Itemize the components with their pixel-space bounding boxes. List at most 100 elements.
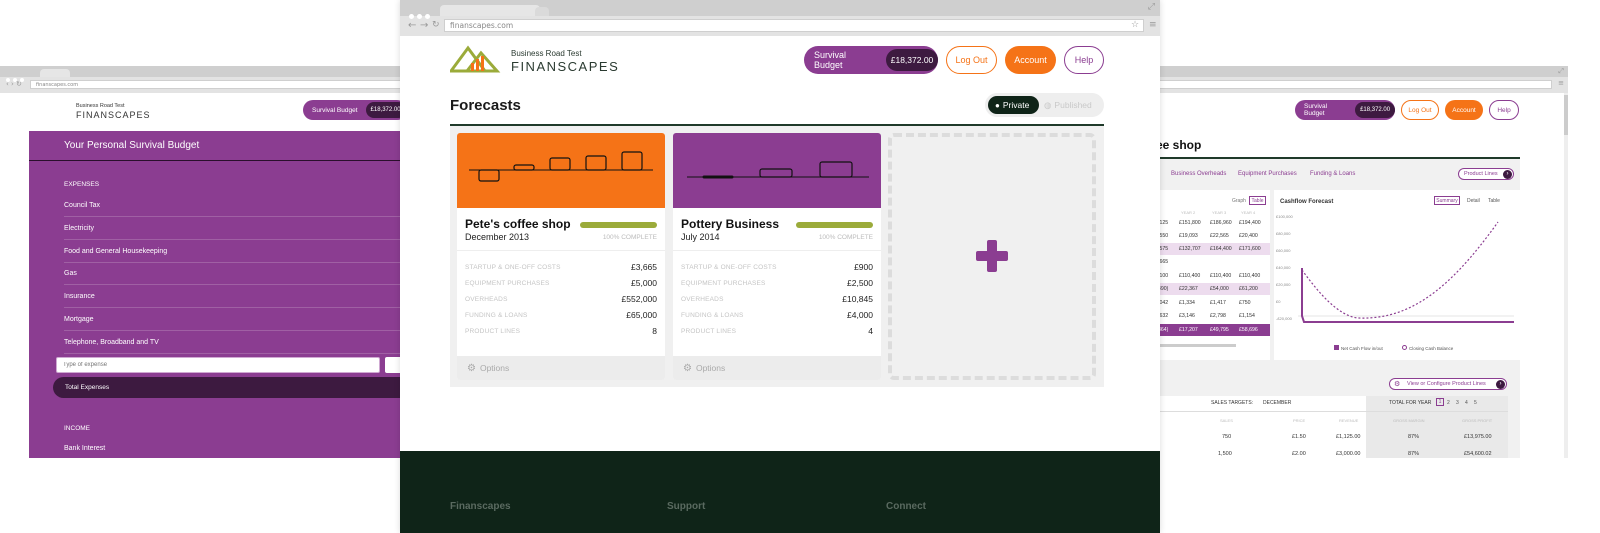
scrollbar[interactable] xyxy=(1564,93,1568,458)
stat-value: £900 xyxy=(854,262,873,272)
fullscreen-icon[interactable]: ⤢ xyxy=(1148,2,1155,12)
sales-cell: £1,125.00 xyxy=(1336,434,1361,440)
tab-equipment[interactable]: Equipment Purchases xyxy=(1238,171,1297,177)
completion-label: 100% COMPLETE xyxy=(818,234,873,241)
card-banner xyxy=(673,133,881,208)
year-page-1[interactable]: 1 xyxy=(1436,398,1444,406)
year-page-5[interactable]: 5 xyxy=(1474,400,1477,406)
y-tick: £40,000 xyxy=(1276,265,1291,270)
expense-row[interactable]: Gas xyxy=(64,263,404,285)
expense-type-input[interactable] xyxy=(56,357,380,373)
menu-icon[interactable]: ≡ xyxy=(1558,79,1564,87)
help-button[interactable]: Help xyxy=(1489,100,1519,120)
expense-row[interactable]: Insurance xyxy=(64,286,404,308)
year-page-2[interactable]: 2 xyxy=(1447,400,1450,406)
table-cell: £132,707 xyxy=(1179,246,1201,252)
mini-chart-icon xyxy=(469,151,653,182)
table-cell: £164,400 xyxy=(1210,246,1232,252)
gear-icon: ⚙ xyxy=(467,362,476,374)
expense-row[interactable]: Mortgage xyxy=(64,309,404,331)
forecast-card[interactable]: Pete's coffee shop December 2013 100% CO… xyxy=(457,133,665,380)
tab-funding[interactable]: Funding & Loans xyxy=(1310,171,1355,177)
table-cell: £1,334 xyxy=(1179,300,1195,306)
table-cell: £1,417 xyxy=(1210,300,1226,306)
summary-toggle[interactable]: Summary xyxy=(1434,196,1460,205)
card-stat: PRODUCT LINES 8 xyxy=(465,325,657,337)
card-options-button[interactable]: ⚙ Options xyxy=(673,356,881,380)
sales-header: REVENUE xyxy=(1339,418,1359,423)
tab-overheads[interactable]: Business Overheads xyxy=(1171,171,1226,177)
card-title[interactable]: Pete's coffee shop xyxy=(465,217,571,231)
expense-row[interactable]: Food and General Housekeeping xyxy=(64,241,404,263)
back-icon[interactable]: ‹ › ↻ xyxy=(6,80,22,88)
brand-name: FINANSCAPES xyxy=(76,110,151,120)
income-row[interactable]: Bank Interest xyxy=(64,437,404,458)
published-option[interactable]: ◍ Published xyxy=(1044,96,1092,114)
stat-label: FUNDING & LOANS xyxy=(465,311,528,319)
income-label: Bank Interest xyxy=(64,444,106,452)
configure-product-lines-button[interactable]: ⚙ View or Configure Product Lines › xyxy=(1389,378,1507,390)
mini-chart-icon xyxy=(687,161,869,179)
survival-budget-panel: Your Personal Survival Budget EXPENSES C… xyxy=(29,131,404,458)
visibility-toggle[interactable]: ● Private ◍ Published xyxy=(985,93,1104,117)
url-bar[interactable]: finanscapes.com xyxy=(30,80,404,89)
y-tick: £80,000 xyxy=(1276,231,1291,236)
logout-button[interactable]: Log Out xyxy=(946,46,997,74)
table-cell: £22,367 xyxy=(1179,286,1198,292)
forward-icon[interactable]: → xyxy=(420,20,428,31)
table-cell: £110,400 xyxy=(1210,273,1232,279)
y-tick: £20,000 xyxy=(1276,282,1291,287)
expenses-heading: EXPENSES xyxy=(64,181,100,188)
table-cell: £61,200 xyxy=(1239,286,1258,292)
y-tick: -£20,000 xyxy=(1276,316,1292,321)
sales-targets-label: SALES TARGETS: xyxy=(1211,400,1254,406)
expense-label: Electricity xyxy=(64,225,94,232)
card-title[interactable]: Pottery Business xyxy=(681,217,779,231)
expense-row[interactable]: Electricity xyxy=(64,218,404,240)
account-button[interactable]: Account xyxy=(1005,46,1056,74)
help-button[interactable]: Help xyxy=(1064,46,1104,74)
card-stat: STARTUP & ONE-OFF COSTS £3,665 xyxy=(465,261,657,273)
account-button[interactable]: Account xyxy=(1445,100,1483,120)
survival-budget-amount: £18,372.00 xyxy=(365,102,404,118)
detail-toggle[interactable]: Detail xyxy=(1467,198,1480,204)
cashflow-table: Graph Table ,125 £151,800 £186,960 £194,400… xyxy=(1156,190,1270,360)
url-bar[interactable] xyxy=(1156,80,1552,89)
horizontal-scrollbar[interactable] xyxy=(1156,344,1236,347)
reload-icon[interactable]: ↻ xyxy=(432,20,440,31)
survival-budget-pill[interactable]: Survival Budget £18,372.00 xyxy=(303,100,404,120)
table-toggle[interactable]: Table xyxy=(1249,196,1266,205)
survival-budget-pill[interactable]: Survival Budget £18,372.00 xyxy=(804,46,938,74)
survival-budget-pill[interactable]: Survival Budget £18,372.00 xyxy=(1295,100,1395,120)
forecast-card[interactable]: Pottery Business July 2014 100% COMPLETE… xyxy=(673,133,881,380)
private-option[interactable]: ● Private xyxy=(988,96,1039,114)
table-cell: £19,093 xyxy=(1179,233,1198,239)
card-date: December 2013 xyxy=(465,232,530,242)
expense-row[interactable]: Council Tax xyxy=(64,195,404,217)
star-icon[interactable]: ☆ xyxy=(1131,19,1139,31)
card-options-button[interactable]: ⚙ Options xyxy=(457,356,665,380)
y-tick: £0 xyxy=(1276,299,1281,304)
expense-row[interactable]: Telephone, Broadband and TV xyxy=(64,332,404,354)
table-cell: £49,795 xyxy=(1210,327,1229,333)
year-page-4[interactable]: 4 xyxy=(1465,400,1468,406)
logout-button[interactable]: Log Out xyxy=(1401,100,1439,120)
url-bar[interactable]: finanscapes.com xyxy=(444,19,1144,32)
private-label: Private xyxy=(1002,100,1030,110)
graph-toggle[interactable]: Graph xyxy=(1232,198,1246,204)
footer-heading-connect: Connect xyxy=(886,501,926,512)
table-toggle-2[interactable]: Table xyxy=(1488,198,1500,204)
year-page-3[interactable]: 3 xyxy=(1456,400,1459,406)
back-icon[interactable]: ← xyxy=(408,20,416,31)
plus-icon xyxy=(976,240,1008,272)
fullscreen-icon[interactable]: ⤢ xyxy=(1558,67,1564,76)
user-icon: ● xyxy=(995,101,1000,110)
month-selector[interactable]: DECEMBER xyxy=(1263,400,1291,406)
product-lines-button[interactable]: Product Lines › xyxy=(1458,168,1514,180)
menu-icon[interactable]: ≡ xyxy=(1149,19,1157,31)
table-header: YEAR 4 xyxy=(1241,210,1256,215)
cashflow-chart-card: Cashflow Forecast Summary Detail Table £… xyxy=(1274,190,1520,360)
completion-bar xyxy=(580,222,657,228)
stat-label: OVERHEADS xyxy=(465,295,508,303)
add-forecast-button[interactable] xyxy=(888,133,1096,380)
